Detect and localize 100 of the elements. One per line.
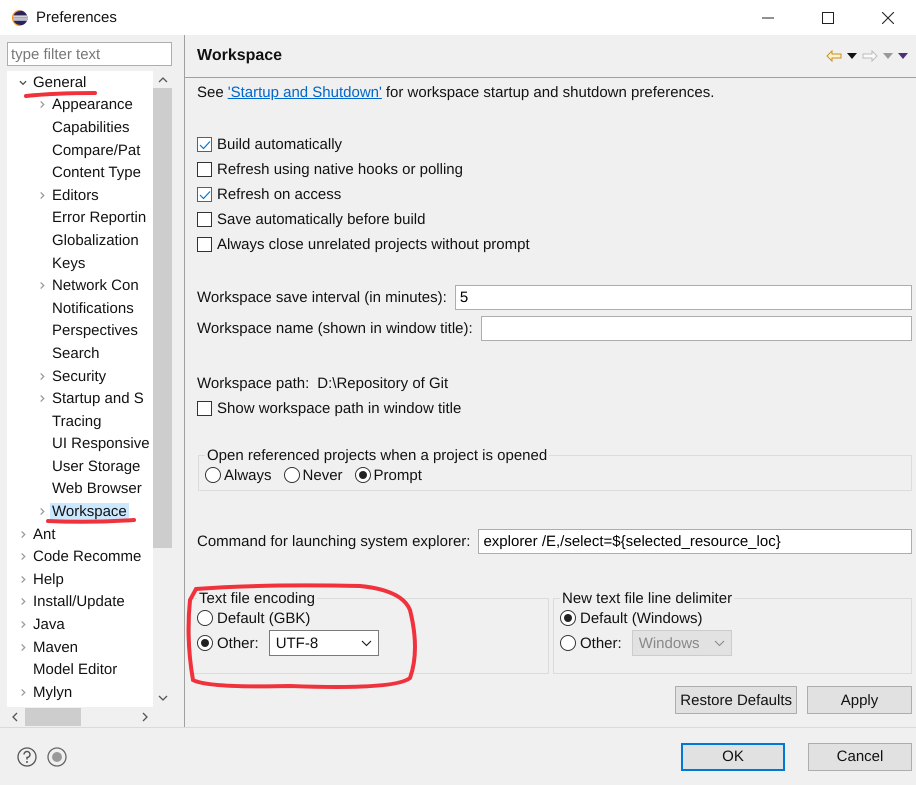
scroll-up-icon[interactable] — [158, 76, 168, 84]
radio-button[interactable] — [284, 467, 300, 483]
tree-item[interactable]: Perspectives — [50, 322, 140, 340]
radio-label: Default (Windows) — [580, 610, 703, 626]
radio-label: Other: — [217, 634, 259, 652]
tree-item[interactable]: Java — [31, 616, 67, 634]
group-title: Open referenced projects when a project is opened — [206, 447, 548, 464]
radio-button[interactable] — [197, 610, 213, 626]
back-arrow-icon[interactable] — [826, 50, 842, 62]
field-label: Workspace path: — [197, 375, 310, 392]
window-title: Preferences — [36, 9, 117, 26]
checkbox[interactable] — [197, 401, 212, 416]
tree-item[interactable]: Network Con — [50, 277, 141, 294]
chevron-right-icon[interactable] — [38, 281, 46, 290]
scroll-right-icon[interactable] — [141, 712, 149, 722]
checkbox-label: Save automatically before build — [217, 211, 426, 228]
tree-item[interactable]: Help — [31, 570, 66, 588]
checkbox[interactable] — [197, 187, 212, 202]
workspace-name-field[interactable] — [480, 316, 912, 341]
tree-item[interactable]: Ant — [31, 526, 58, 543]
radio-label: Other: — [580, 634, 622, 652]
dialog-button[interactable]: OK — [681, 742, 785, 770]
checkbox-label: Always close unrelated projects without prompt — [217, 236, 530, 253]
help-icon[interactable] — [17, 746, 37, 766]
tree-item[interactable]: Compare/Pat — [50, 142, 142, 159]
save-interval-field[interactable]: 5 — [454, 285, 912, 310]
tree-item[interactable]: Web Browser — [50, 480, 144, 498]
caret-icon — [360, 640, 372, 646]
field-label: Command for launching system explorer: — [197, 533, 470, 550]
chevron-right-icon[interactable] — [19, 688, 27, 697]
tree-item[interactable]: Content Type — [50, 164, 143, 182]
radio-label: Default (GBK) — [217, 610, 310, 626]
checkbox[interactable] — [197, 162, 212, 177]
tree-item[interactable]: UI Responsive — [50, 435, 152, 452]
chevron-right-icon[interactable] — [19, 552, 27, 562]
chevron-right-icon[interactable] — [38, 507, 46, 516]
checkbox-label: Show workspace path in window title — [217, 400, 462, 417]
checkbox[interactable] — [197, 137, 212, 152]
tree-item[interactable]: Editors — [50, 186, 101, 204]
field-label: Workspace save interval (in minutes): — [197, 289, 447, 306]
checkbox[interactable] — [197, 237, 212, 252]
tree-item[interactable]: Security — [50, 368, 108, 385]
tree-item[interactable]: Appearance — [50, 96, 135, 114]
tree-item[interactable]: Search — [50, 344, 102, 362]
radio-button[interactable] — [197, 635, 213, 651]
tree-item[interactable]: Code Recomme — [31, 548, 144, 566]
chevron-right-icon[interactable] — [38, 100, 46, 110]
view-menu-icon[interactable] — [898, 53, 908, 59]
radio-label: Prompt — [374, 466, 422, 484]
radio-label: Never — [302, 466, 343, 484]
tree-item[interactable]: Globalization — [50, 232, 141, 249]
dialog-button[interactable]: Cancel — [808, 742, 912, 770]
tree-item[interactable]: Maven — [31, 638, 80, 656]
chevron-right-icon[interactable] — [38, 372, 46, 381]
chevron-right-icon[interactable] — [19, 620, 27, 630]
radio-label: Always — [224, 466, 272, 484]
checkbox[interactable] — [197, 212, 212, 227]
maximize-icon[interactable] — [822, 12, 834, 24]
chevron-right-icon[interactable] — [19, 642, 27, 652]
tree-item[interactable]: General — [31, 74, 88, 91]
intro-text: See — [197, 84, 224, 101]
tree-item[interactable]: Install/Update — [31, 593, 127, 610]
checkbox-label: Refresh using native hooks or polling — [217, 161, 463, 178]
group-title: Text file encoding — [198, 590, 316, 607]
field-label: Workspace name (shown in window title): — [197, 320, 473, 337]
tree-item[interactable]: Keys — [50, 254, 88, 272]
page-button[interactable]: Apply — [807, 686, 912, 714]
tree-item[interactable]: Model Editor — [31, 661, 120, 678]
scroll-down-icon[interactable] — [158, 694, 168, 702]
tree-item[interactable]: Notifications — [50, 300, 136, 317]
page-button[interactable]: Restore Defaults — [675, 686, 797, 714]
tree-item[interactable]: User Storage — [50, 458, 142, 475]
app-icon — [12, 10, 28, 26]
chevron-right-icon[interactable] — [19, 574, 27, 584]
checkbox-label: Build automatically — [217, 136, 342, 153]
tree-item[interactable]: Error Reportin — [50, 209, 148, 226]
filter-field[interactable]: type filter text — [7, 42, 172, 66]
tree-item[interactable]: Tracing — [50, 412, 104, 430]
tree-item[interactable]: Workspace — [50, 503, 129, 520]
scroll-left-icon[interactable] — [11, 712, 19, 722]
tree-item[interactable]: Capabilities — [50, 118, 132, 136]
workspace-path: D:\Repository of Git — [317, 375, 448, 392]
dropdown[interactable]: UTF-8 — [268, 630, 379, 656]
tree-item[interactable]: Startup and S — [50, 390, 146, 408]
startup-link[interactable]: 'Startup and Shutdown' — [228, 84, 382, 101]
chevron-right-icon[interactable] — [38, 190, 46, 200]
radio-button[interactable] — [205, 467, 221, 483]
intro-text: for workspace startup and shutdown preferences. — [386, 84, 714, 101]
group-title: New text file line delimiter — [561, 590, 734, 607]
caret-icon — [714, 640, 725, 646]
close-icon[interactable] — [882, 12, 894, 24]
explorer-command-field[interactable]: explorer /E,/select=${selected_resource_loc} — [478, 529, 912, 554]
chevron-right-icon[interactable] — [19, 530, 27, 539]
radio-button[interactable] — [354, 467, 371, 483]
record-icon[interactable] — [47, 746, 67, 766]
dropdown-icon[interactable] — [847, 53, 857, 59]
chevron-right-icon[interactable] — [38, 394, 46, 404]
checkbox-label: Refresh on access — [217, 186, 342, 203]
chevron-right-icon[interactable] — [19, 597, 27, 606]
tree-item[interactable]: Mylyn — [31, 684, 74, 701]
